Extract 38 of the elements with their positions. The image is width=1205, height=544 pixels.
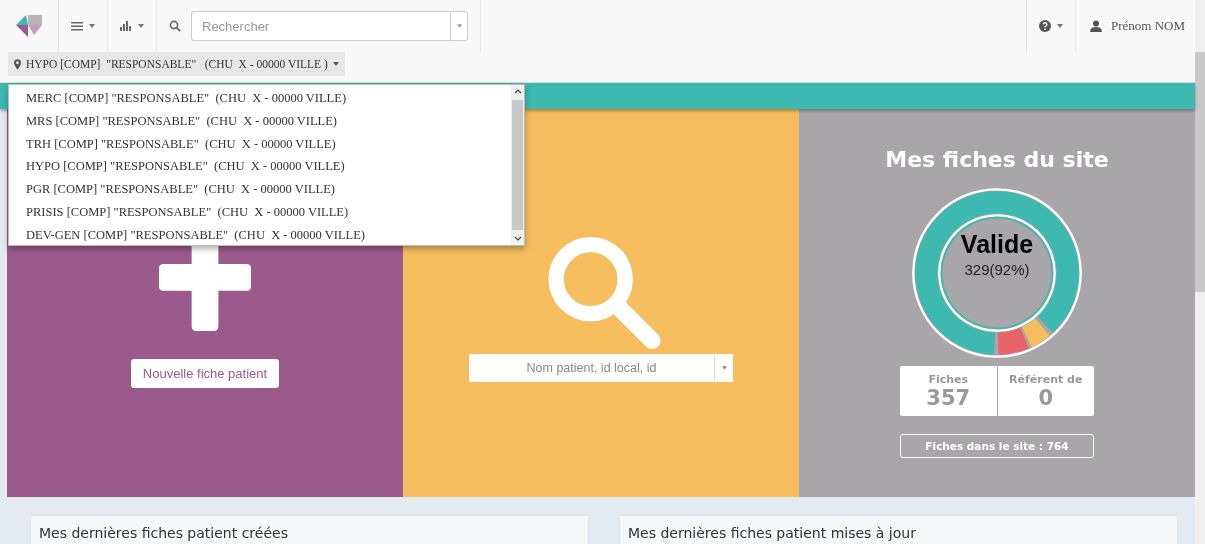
site-option[interactable]: PGR [COMP] "RESPONSABLE" (CHU X - 00000 VILLE) — [9, 178, 511, 201]
stat-label: Fiches — [928, 372, 969, 386]
stat-label: Référent de — [1009, 372, 1083, 386]
card-title: Mes dernières fiches patient mises à jour — [628, 525, 916, 541]
chevron-down-icon[interactable] — [513, 236, 522, 241]
card-title: Mes dernières fiches patient créées — [39, 525, 288, 541]
panel-title: Mes fiches du site — [885, 147, 1109, 172]
site-option[interactable]: HYPO [COMP] "RESPONSABLE" (CHU X - 00000 VILLE) — [9, 155, 511, 179]
donut-label: Valide — [960, 230, 1034, 259]
caret-icon — [89, 24, 95, 28]
stat-value: 357 — [926, 385, 971, 410]
help-icon — [1038, 20, 1051, 32]
caret-icon — [721, 366, 727, 370]
menu-icon — [71, 20, 83, 32]
site-option[interactable]: PRISIS [COMP] "RESPONSABLE" (CHU X - 00000 VILLE) — [9, 201, 511, 224]
caret-icon — [138, 24, 144, 28]
user-menu-button[interactable]: Prénom NOM — [1075, 0, 1195, 52]
bar-chart-icon — [120, 20, 132, 32]
caret-icon — [1056, 24, 1063, 28]
search-icon — [169, 20, 181, 32]
new-patient-button[interactable]: Nouvelle fiche patient — [130, 359, 280, 388]
search-field[interactable]: Rechercher — [191, 11, 450, 41]
page-scrollbar[interactable] — [1195, 0, 1205, 544]
map-pin-icon — [14, 58, 21, 70]
site-selector-dropdown[interactable]: HYPO [COMP] "RESPONSABLE" (CHU X - 00000 VILLE ) — [8, 52, 345, 76]
user-icon — [1089, 20, 1102, 32]
caret-icon — [456, 24, 462, 28]
patient-search-field[interactable]: Nom patient, id local, id — [469, 354, 714, 382]
caret-icon — [332, 62, 339, 66]
scrollbar[interactable] — [511, 85, 524, 245]
site-option[interactable]: MERC [COMP] "RESPONSABLE" (CHU X - 00000 VILLE) — [9, 87, 511, 110]
site-option[interactable]: MRS [COMP] "RESPONSABLE" (CHU X - 00000 VILLE) — [9, 109, 511, 133]
logo-icon[interactable] — [14, 13, 44, 39]
donut-value: 329(92%) — [964, 261, 1030, 278]
chevron-up-icon[interactable] — [513, 89, 522, 94]
stat-value: 0 — [1038, 385, 1054, 410]
site-option[interactable]: TRH [COMP] "RESPONSABLE" (CHU X - 00000 VILLE) — [9, 132, 511, 156]
site-option[interactable]: DEV-GEN [COMP] "RESPONSABLE" (CHU X - 00000 VILLE) — [9, 223, 511, 247]
